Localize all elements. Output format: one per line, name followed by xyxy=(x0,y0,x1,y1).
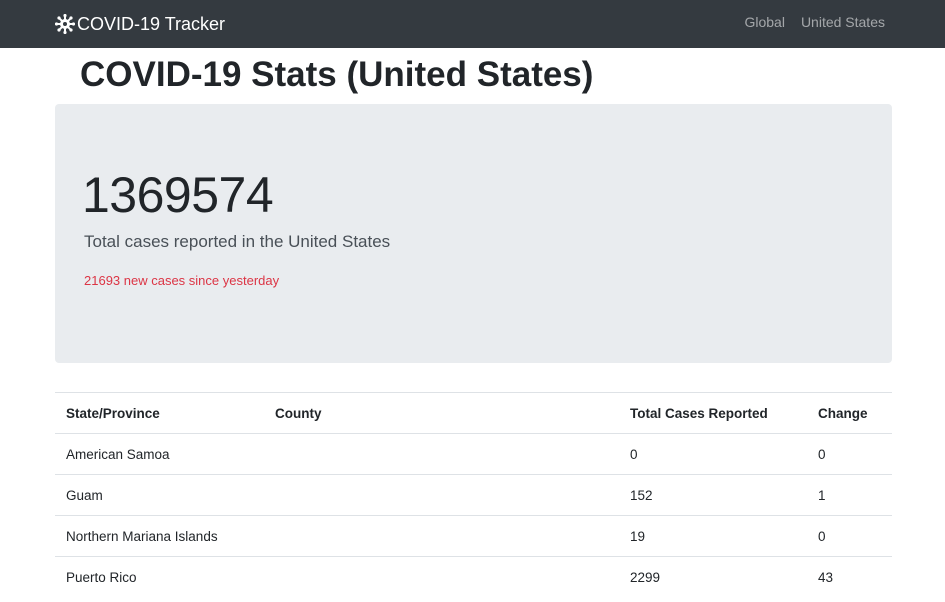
summary-panel: 1369574 Total cases reported in the Unit… xyxy=(55,104,892,363)
header-change: Change xyxy=(807,392,892,434)
cell-change: 0 xyxy=(807,515,892,557)
table-row: Guam 152 1 xyxy=(55,474,892,516)
cell-total: 0 xyxy=(619,433,807,475)
brand-link[interactable]: COVID-19 Tracker xyxy=(55,12,225,36)
header-total-cases: Total Cases Reported xyxy=(619,392,807,434)
nav-link-global[interactable]: Global xyxy=(744,14,784,30)
cell-county xyxy=(264,556,619,598)
cell-change: 43 xyxy=(807,556,892,598)
cell-change: 0 xyxy=(807,433,892,475)
cell-county xyxy=(264,515,619,557)
cell-county xyxy=(264,474,619,516)
new-cases-text: 21693 new cases since yesterday xyxy=(84,273,280,288)
header-county: County xyxy=(264,392,619,434)
brand-label: COVID-19 Tracker xyxy=(77,13,226,34)
total-cases-label: Total cases reported in the United State… xyxy=(84,232,391,251)
total-cases-count: 1369574 xyxy=(82,167,274,223)
table-row: Puerto Rico 2299 43 xyxy=(55,556,892,598)
cell-state: Guam xyxy=(55,474,264,516)
cell-state: Puerto Rico xyxy=(55,556,264,598)
table-row: Northern Mariana Islands 19 0 xyxy=(55,515,892,557)
cell-total: 2299 xyxy=(619,556,807,598)
navbar: COVID-19 Tracker Global United States xyxy=(0,0,945,48)
cell-state: American Samoa xyxy=(55,433,264,475)
cases-table: State/Province County Total Cases Report… xyxy=(55,392,892,598)
virus-icon xyxy=(55,14,75,34)
table-header-row: State/Province County Total Cases Report… xyxy=(55,392,892,434)
cell-county xyxy=(264,433,619,475)
cell-total: 152 xyxy=(619,474,807,516)
page-title: COVID-19 Stats (United States) xyxy=(80,55,594,94)
nav-link-united-states[interactable]: United States xyxy=(801,14,885,30)
table-row: American Samoa 0 0 xyxy=(55,433,892,475)
cell-total: 19 xyxy=(619,515,807,557)
cell-state: Northern Mariana Islands xyxy=(55,515,264,557)
header-state: State/Province xyxy=(55,392,264,434)
nav-links: Global United States xyxy=(744,14,885,30)
cell-change: 1 xyxy=(807,474,892,516)
